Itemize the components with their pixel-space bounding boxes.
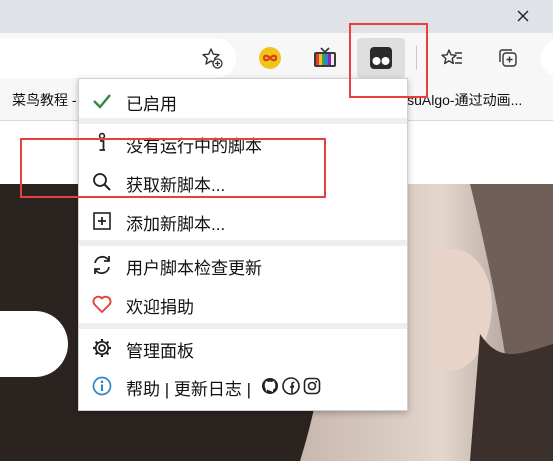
menu-separator (79, 323, 407, 329)
menu-item-label: 没有运行中的脚本 (126, 137, 262, 156)
checkmark-icon (91, 90, 113, 112)
infinity-extension-icon[interactable] (254, 42, 286, 74)
menu-item-dashboard[interactable]: 管理面板 (79, 331, 407, 365)
menu-item-label: 添加新脚本... (126, 215, 226, 234)
menu-item-label: 帮助 | 更新日志 | (126, 380, 252, 399)
menu-item-label: 欢迎捐助 (126, 298, 194, 317)
refresh-icon (91, 254, 113, 276)
search-icon (91, 171, 113, 193)
bookmark-runoob[interactable]: 菜鸟教程 - (12, 90, 77, 110)
menu-item-label: 获取新脚本... (126, 176, 226, 195)
plus-box-icon (91, 210, 113, 232)
menu-item-label: 用户脚本检查更新 (126, 259, 262, 278)
menu-item-get-new-script[interactable]: 获取新脚本... (79, 165, 407, 199)
instagram-icon[interactable] (303, 377, 321, 395)
info-figure-icon (91, 132, 113, 154)
menu-item-add-new-script[interactable]: 添加新脚本... (79, 204, 407, 238)
gear-icon (91, 337, 113, 359)
github-icon[interactable] (261, 377, 279, 395)
menu-item-no-running-scripts: 没有运行中的脚本 (79, 126, 407, 160)
menu-item-donate[interactable]: 欢迎捐助 (79, 287, 407, 321)
tampermonkey-button[interactable] (357, 38, 405, 78)
info-circle-icon (91, 375, 113, 397)
favorite-star-plus-icon[interactable] (196, 42, 228, 74)
facebook-icon[interactable] (282, 377, 300, 395)
menu-separator (79, 240, 407, 246)
menu-item-label: 管理面板 (126, 342, 194, 361)
browser-title-bar (0, 0, 553, 33)
tampermonkey-extension-icon (370, 47, 392, 69)
tv-extension-icon[interactable] (309, 42, 341, 74)
menu-item-label: 已启用 (126, 95, 177, 114)
close-icon[interactable] (513, 6, 533, 26)
toolbar-divider (416, 46, 417, 70)
favorites-icon[interactable] (436, 42, 468, 74)
bookmark-visualgo[interactable]: isuAlgo-通过动画... (404, 90, 522, 110)
menu-item-enabled[interactable]: 已启用 (79, 84, 407, 118)
collections-icon[interactable] (492, 42, 524, 74)
heart-icon (91, 293, 113, 315)
menu-item-help[interactable]: 帮助 | 更新日志 | (79, 369, 407, 403)
menu-separator (79, 118, 407, 124)
page-white-pill-button[interactable] (0, 311, 68, 377)
tampermonkey-popup-menu: 已启用 没有运行中的脚本 获取新脚本... 添加新脚本... 用户脚本检查更新 … (78, 78, 408, 411)
menu-item-check-updates[interactable]: 用户脚本检查更新 (79, 248, 407, 282)
